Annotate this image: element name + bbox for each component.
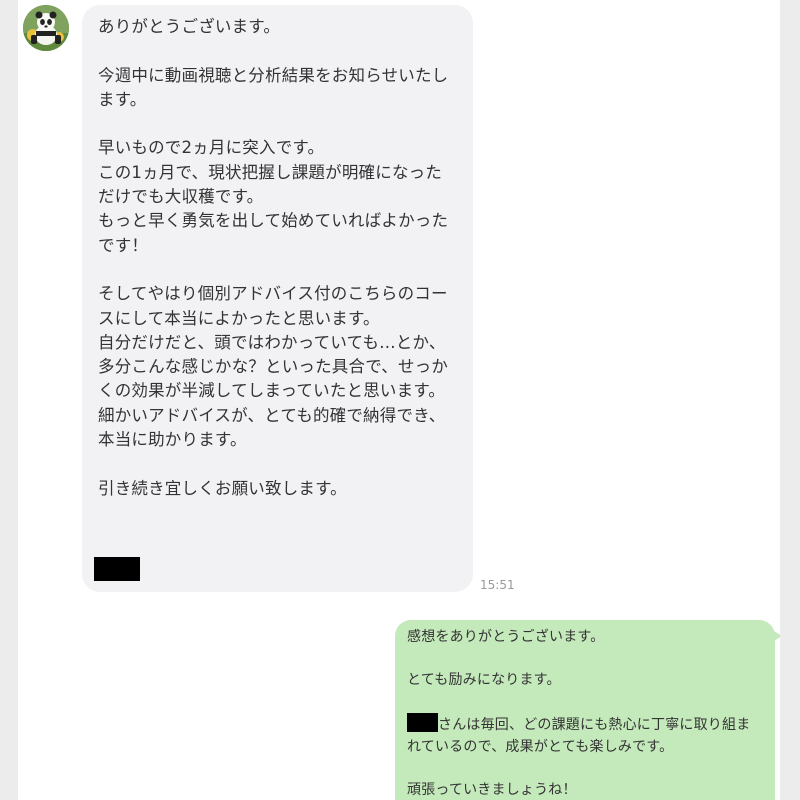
redacted-name bbox=[407, 713, 438, 733]
outgoing-line-3: さんは毎回、どの課題にも熱心に丁寧に取り組まれているので、成果がとても楽しみです… bbox=[407, 717, 751, 755]
panda-avatar-svg bbox=[23, 5, 69, 51]
redacted-signature bbox=[94, 557, 140, 581]
outgoing-message-text: 感想をありがとうございます。 とても励みになります。 さんは毎回、どの課題にも熱… bbox=[407, 627, 763, 800]
incoming-message-text: ありがとうございます。 今週中に動画視聴と分析結果をお知らせいたします。 早いも… bbox=[98, 17, 449, 498]
incoming-message-bubble[interactable]: ありがとうございます。 今週中に動画視聴と分析結果をお知らせいたします。 早いも… bbox=[82, 5, 473, 592]
outgoing-line-4: 頑張っていきましょうね！ bbox=[407, 782, 577, 799]
outgoing-line-1: 感想をありがとうございます。 bbox=[407, 629, 605, 645]
chat-window: ありがとうございます。 今週中に動画視聴と分析結果をお知らせいたします。 早いも… bbox=[18, 0, 780, 800]
incoming-timestamp: 15:51 bbox=[480, 578, 515, 592]
panda-avatar-icon[interactable] bbox=[23, 5, 69, 51]
outgoing-message-bubble[interactable]: 感想をありがとうございます。 とても励みになります。 さんは毎回、どの課題にも熱… bbox=[395, 620, 780, 800]
bubble-tail bbox=[772, 630, 780, 642]
outgoing-line-2: とても励みになります。 bbox=[407, 672, 561, 689]
